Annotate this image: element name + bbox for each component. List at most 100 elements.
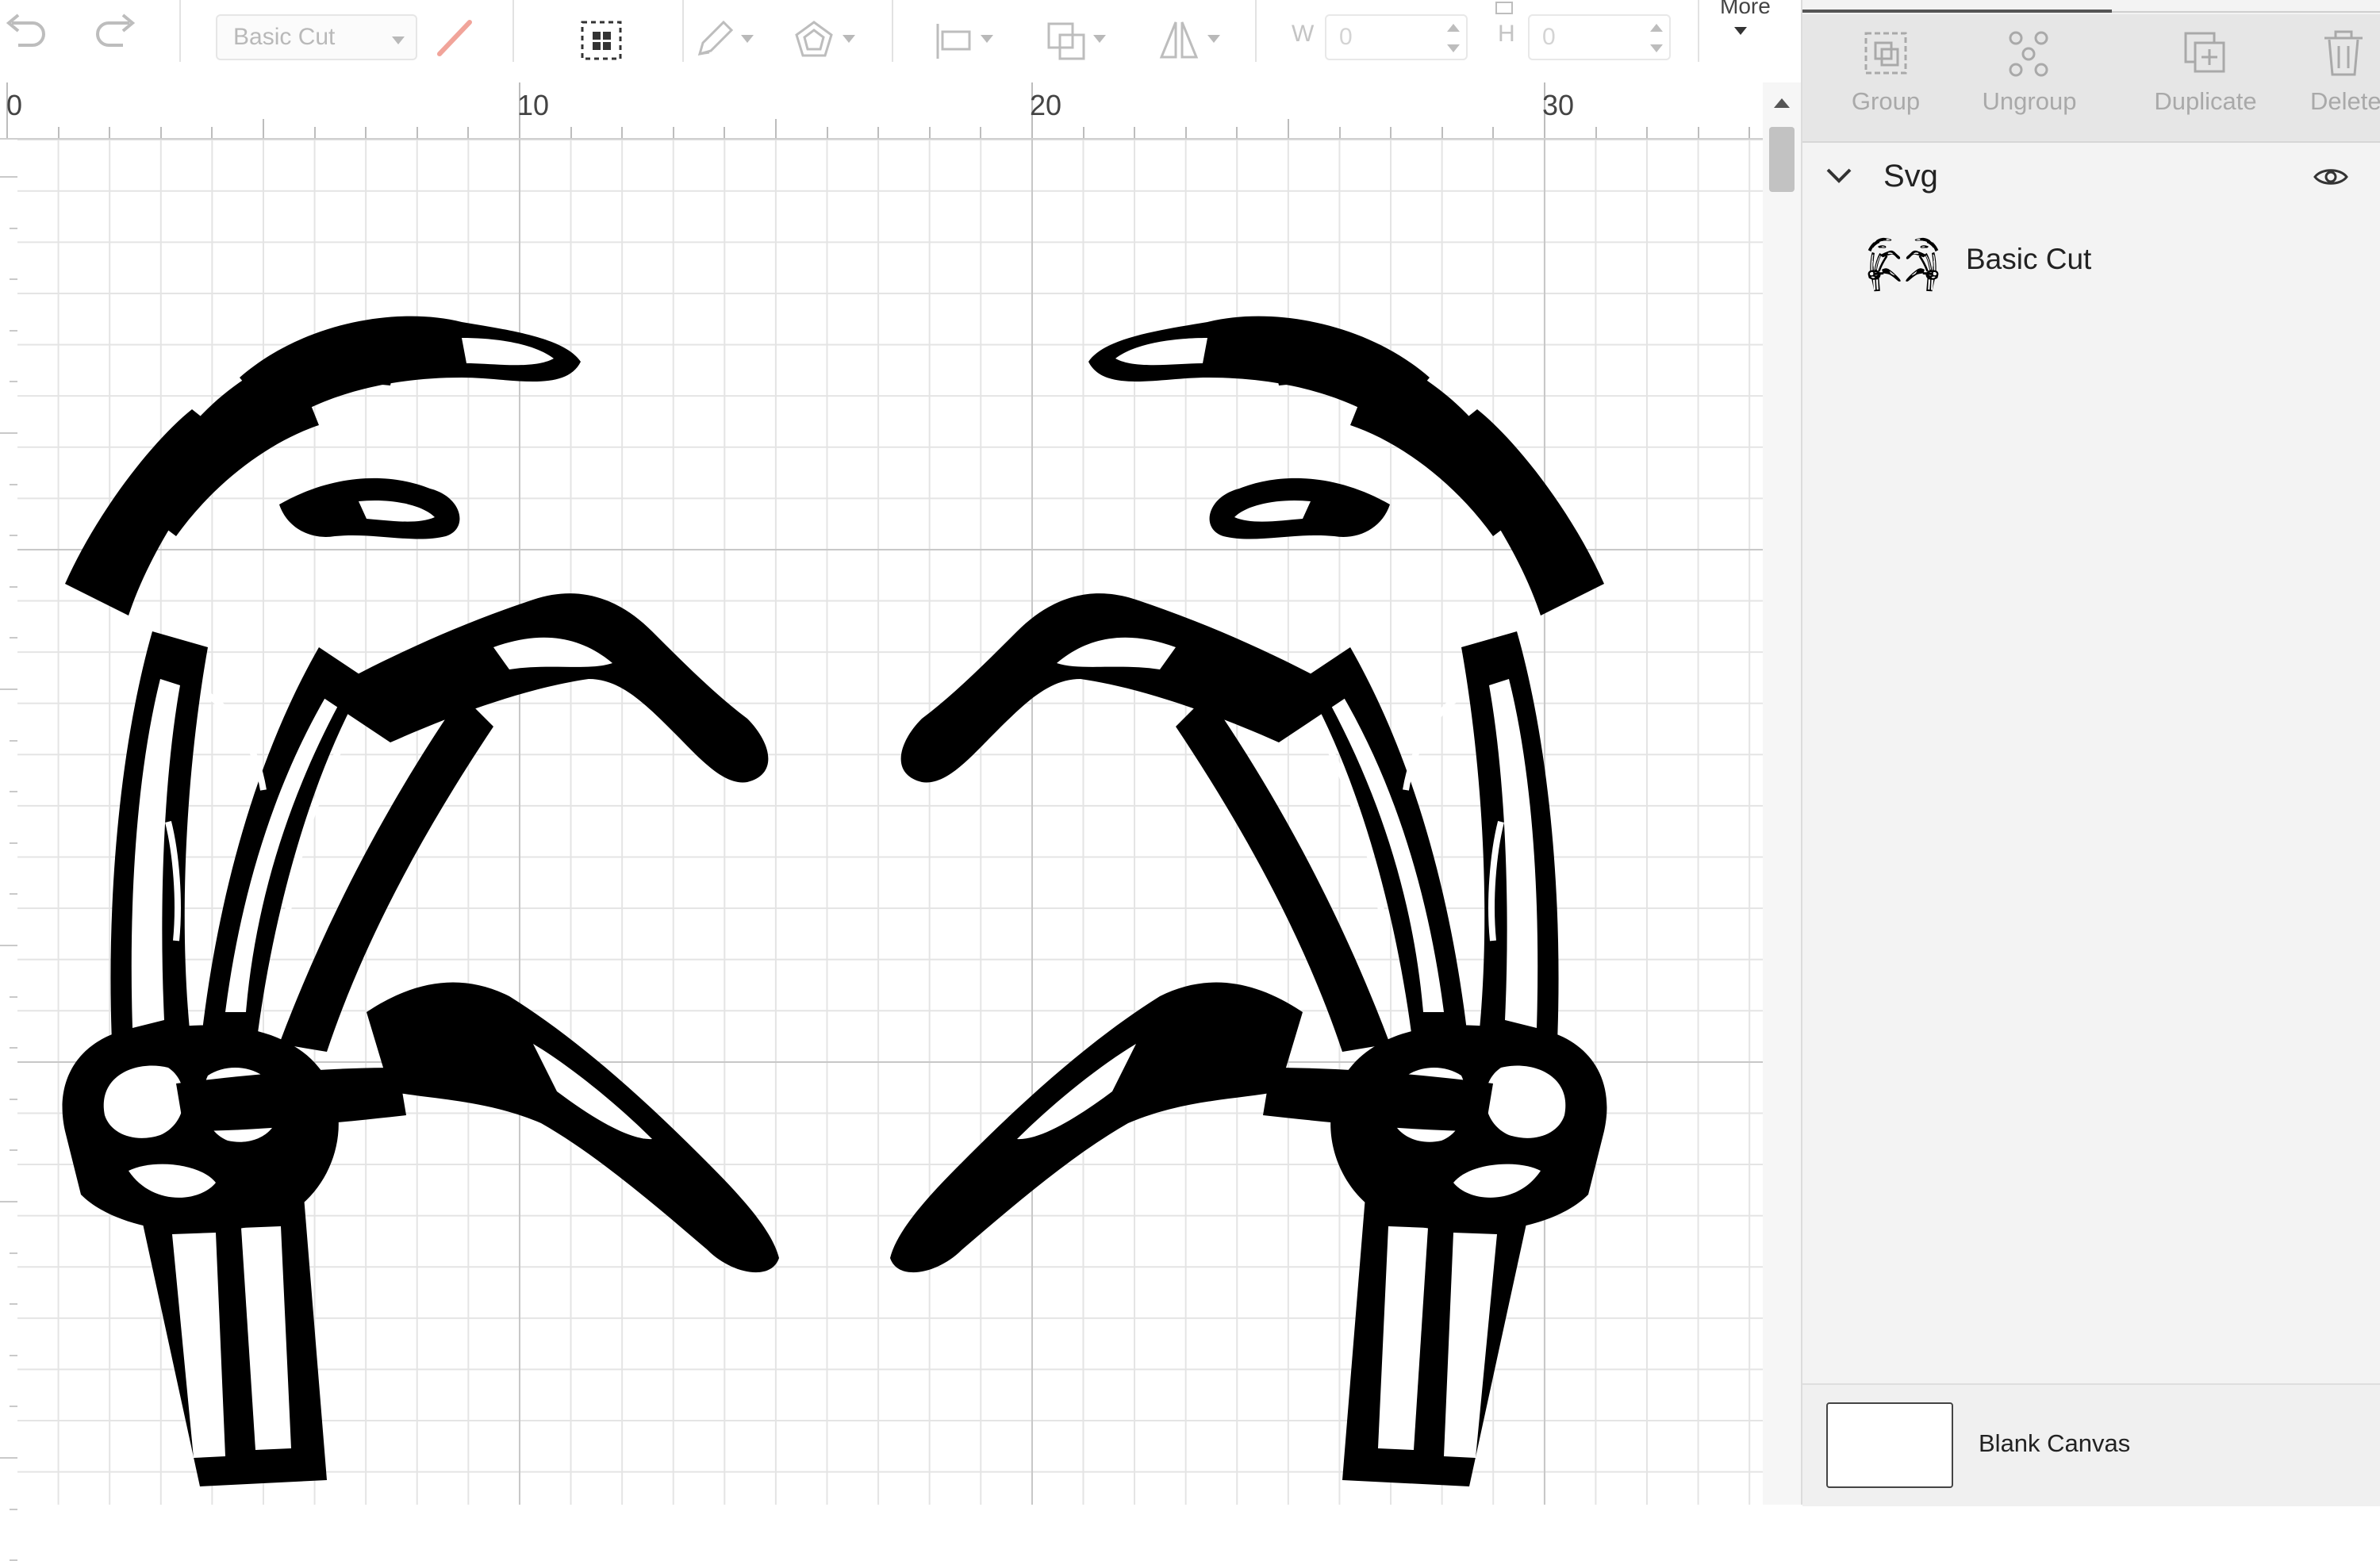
lock-icon[interactable] xyxy=(1488,0,1520,17)
align-icon[interactable] xyxy=(933,19,977,63)
ruler-label-0: 0 xyxy=(6,89,23,121)
ruler-tick xyxy=(928,127,931,138)
ruler-tick xyxy=(1082,127,1084,138)
offset-icon[interactable] xyxy=(790,16,838,63)
ruler-tick xyxy=(826,127,828,138)
width-field[interactable]: 0 xyxy=(1325,14,1468,60)
trash-icon xyxy=(2324,30,2363,76)
ruler-tick xyxy=(263,119,264,138)
ruler-tick xyxy=(0,945,17,946)
blank-canvas-row[interactable]: Blank Canvas xyxy=(1802,1383,2380,1506)
edit-pen-icon[interactable] xyxy=(690,16,738,63)
left-skeleton-hand xyxy=(63,316,779,1486)
ruler-tick xyxy=(0,1201,17,1202)
ruler-tick xyxy=(10,1508,17,1510)
group-icon xyxy=(1864,32,1907,75)
ruler-tick xyxy=(672,127,674,138)
ruler-tick xyxy=(1184,127,1187,138)
ruler-tick xyxy=(10,585,17,588)
skeleton-hands-heart-artwork[interactable] xyxy=(17,140,1763,1505)
ruler-tick xyxy=(1236,127,1238,138)
ruler-label-10: 10 xyxy=(517,89,550,121)
ruler-tick xyxy=(1288,119,1289,138)
right-skeleton-hand xyxy=(890,316,1606,1486)
duplicate-button[interactable]: Duplicate xyxy=(2134,29,2277,132)
height-stepper[interactable] xyxy=(1649,21,1664,56)
ruler-tick xyxy=(10,227,17,229)
select-all-icon[interactable] xyxy=(578,17,625,63)
chevron-down-icon[interactable] xyxy=(1825,167,1853,186)
ruler-tick xyxy=(10,842,17,844)
arrange-icon[interactable] xyxy=(1044,19,1088,63)
vertical-scrollbar[interactable] xyxy=(1763,82,1801,1505)
ruler-tick xyxy=(10,1098,17,1100)
duplicate-label: Duplicate xyxy=(2154,87,2257,115)
ruler-tick xyxy=(1749,127,1751,138)
ruler-tick xyxy=(10,1354,17,1356)
width-value: 0 xyxy=(1339,24,1353,50)
delete-button[interactable]: Delete xyxy=(2310,29,2380,132)
ruler-tick xyxy=(313,127,316,138)
operation-select[interactable]: Basic Cut xyxy=(216,14,417,60)
scroll-thumb[interactable] xyxy=(1769,127,1795,192)
group-label: Group xyxy=(1851,87,1921,115)
ruler-tick xyxy=(1595,127,1597,138)
layer-row-basic-cut[interactable]: Basic Cut xyxy=(1802,216,2380,303)
ruler-tick xyxy=(57,127,60,138)
flip-icon[interactable] xyxy=(1155,16,1203,63)
design-canvas[interactable] xyxy=(17,140,1763,1505)
ruler-tick xyxy=(1390,127,1392,138)
eye-icon[interactable] xyxy=(2313,165,2348,189)
delete-label: Delete xyxy=(2310,87,2380,115)
pen-color-swatch[interactable] xyxy=(435,16,474,59)
ruler-tick xyxy=(10,791,17,793)
undo-icon[interactable] xyxy=(0,8,52,52)
more-label: More xyxy=(1720,0,1771,18)
ruler-tick xyxy=(10,1252,17,1254)
ungroup-icon xyxy=(2009,31,2048,77)
ruler-tick xyxy=(10,535,17,537)
operation-select-value: Basic Cut xyxy=(233,24,336,50)
ruler-tick xyxy=(467,127,470,138)
ruler-tick xyxy=(10,483,17,485)
redo-icon[interactable] xyxy=(89,8,141,52)
ungroup-label: Ungroup xyxy=(1982,87,2077,115)
canvas-swatch[interactable] xyxy=(1826,1402,1953,1488)
layers-panel: Group Ungroup Duplicate Delete Svg Basic… xyxy=(1801,0,2380,1506)
width-stepper[interactable] xyxy=(1445,21,1461,56)
ruler-tick xyxy=(10,739,17,742)
height-field[interactable]: 0 xyxy=(1528,14,1671,60)
panel-tab-indicator xyxy=(1802,10,2380,13)
layer-group-row[interactable]: Svg xyxy=(1802,143,2380,213)
vertical-ruler xyxy=(0,140,19,1561)
ruler-tick xyxy=(159,127,162,138)
ungroup-button[interactable]: Ungroup xyxy=(1966,29,2093,132)
layer-actions-bar: Group Ungroup Duplicate Delete xyxy=(1802,14,2380,143)
ruler-tick xyxy=(10,278,17,281)
group-button[interactable]: Group xyxy=(1826,29,1945,132)
ruler-tick xyxy=(1134,127,1136,138)
duplicate-icon xyxy=(2184,32,2225,73)
ruler-tick xyxy=(10,1406,17,1408)
ruler-label-20: 20 xyxy=(1030,89,1062,121)
chevron-down-icon xyxy=(1734,27,1747,35)
ruler-tick xyxy=(1646,127,1649,138)
layer-group-name: Svg xyxy=(1883,159,1938,194)
ruler-tick xyxy=(621,127,624,138)
height-label: H xyxy=(1498,21,1515,47)
ruler-tick xyxy=(211,127,213,138)
blank-canvas-label: Blank Canvas xyxy=(1979,1429,2131,1457)
more-menu-button[interactable]: More xyxy=(1714,0,1793,62)
top-toolbar: Basic Cut W 0 H 0 More xyxy=(0,0,1801,84)
width-label: W xyxy=(1292,21,1315,47)
ruler-tick xyxy=(1441,127,1443,138)
ruler-tick xyxy=(980,127,982,138)
scroll-up-icon[interactable] xyxy=(1774,98,1790,108)
ruler-tick xyxy=(10,1303,17,1306)
ruler-tick xyxy=(0,432,17,434)
ruler-tick xyxy=(10,329,17,332)
ruler-tick xyxy=(1697,127,1699,138)
ruler-tick xyxy=(1338,127,1341,138)
layer-thumbnail xyxy=(1868,237,1939,292)
horizontal-ruler: 0 10 20 30 xyxy=(0,82,1763,140)
